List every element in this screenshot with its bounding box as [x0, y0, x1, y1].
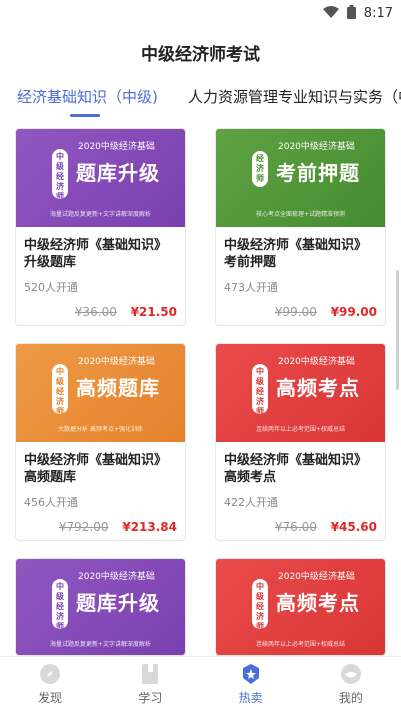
product-cover: 中级经济师 2020中级经济基础 题库升级 海量试题反复更新+文字讲解深度解析 — [16, 129, 185, 227]
cover-subtitle: 2020中级经济基础 — [78, 142, 155, 152]
seal-logo: 经济师 — [252, 151, 268, 187]
cover-footer: 连续两年以上必考范围+权威总结 — [255, 426, 346, 433]
product-card[interactable]: 中级经济师 2020中级经济基础 高频题库 大数据分析 高频考点+强化训练 中级… — [15, 343, 186, 541]
status-bar: 8:17 — [0, 0, 401, 26]
sale-price: ¥45.60 — [330, 520, 377, 534]
sale-price: ¥213.84 — [122, 520, 177, 534]
tab-hr-management[interactable]: 人力资源管理专业知识与实务（中级 — [188, 86, 401, 107]
seal-logo: 中级经济师 — [52, 149, 68, 199]
sale-price: ¥21.50 — [130, 305, 177, 319]
cover-title: 高频题库 — [76, 376, 160, 400]
product-card[interactable]: 中级经济师 2020中级经济基础 题库升级 海量试题反复更新+文字讲解深度解析 … — [15, 128, 186, 326]
cover-title: 高频考点 — [276, 591, 360, 615]
cover-title: 题库升级 — [76, 591, 160, 615]
product-title: 中级经济师《基础知识》高频题库 — [24, 453, 168, 485]
page-title: 中级经济师考试 — [141, 45, 260, 65]
buyer-count: 456人开通 — [24, 496, 78, 509]
seal-logo: 中级经济师 — [52, 364, 68, 414]
status-icons: 8:17 — [322, 4, 393, 23]
price-row: ¥36.00 ¥21.50 — [16, 295, 185, 323]
product-cover: 中级经济师 2020中级经济基础 高频考点 连续两年以上必考范围+权威总结 — [216, 344, 385, 442]
cover-title: 高频考点 — [276, 376, 360, 400]
seal-logo: 中级经济师 — [252, 364, 268, 414]
tab-economic-basics[interactable]: 经济基础知识（中级) — [17, 86, 158, 107]
original-price: ¥36.00 — [74, 305, 117, 319]
cover-title: 考前押题 — [276, 161, 360, 185]
status-time: 8:17 — [363, 6, 393, 21]
nav-study[interactable]: 学习 — [100, 657, 200, 710]
product-title: 中级经济师《基础知识》高频考点 — [224, 453, 368, 485]
nav-label: 发现 — [38, 691, 63, 705]
cover-subtitle: 2020中级经济基础 — [78, 357, 155, 367]
cover-subtitle: 2020中级经济基础 — [278, 572, 355, 582]
product-title: 中级经济师《基础知识》考前押题 — [224, 238, 368, 270]
cover-footer: 核心考点全面梳理+试题精准预测 — [255, 211, 346, 218]
product-cover: 中级经济师 2020中级经济基础 题库升级 海量试题反复更新+文字讲解深度解析 — [16, 559, 185, 655]
cover-footer: 海量试题反复更新+文字讲解深度解析 — [49, 211, 152, 218]
battery-icon — [346, 4, 356, 23]
cover-footer: 海量试题反复更新+文字讲解深度解析 — [49, 641, 152, 648]
product-cover: 中级经济师 2020中级经济基础 高频考点 连续两年以上必考范围+权威总结 — [216, 559, 385, 655]
bottom-nav: 发现 学习 热卖 我的 — [0, 656, 401, 710]
book-icon — [142, 664, 159, 684]
buyer-count: 422人开通 — [224, 496, 278, 509]
original-price: ¥792.00 — [58, 520, 109, 534]
product-cover: 经济师 2020中级经济基础 考前押题 核心考点全面梳理+试题精准预测 — [216, 129, 385, 227]
price-row: ¥99.00 ¥99.00 — [216, 295, 385, 323]
category-tabs: 经济基础知识（中级) 人力资源管理专业知识与实务（中级 — [0, 82, 401, 122]
original-price: ¥76.00 — [274, 520, 317, 534]
sale-price: ¥99.00 — [330, 305, 377, 319]
product-card[interactable]: 经济师 2020中级经济基础 考前押题 核心考点全面梳理+试题精准预测 中级经济… — [215, 128, 386, 326]
product-card[interactable]: 中级经济师 2020中级经济基础 题库升级 海量试题反复更新+文字讲解深度解析 — [15, 558, 186, 656]
price-row: ¥792.00 ¥213.84 — [16, 510, 185, 538]
nav-hot-sale[interactable]: 热卖 — [201, 657, 301, 710]
product-card[interactable]: 中级经济师 2020中级经济基础 高频考点 连续两年以上必考范围+权威总结 — [215, 558, 386, 656]
product-title: 中级经济师《基础知识》升级题库 — [24, 238, 168, 270]
profile-icon — [340, 664, 361, 684]
star-badge-icon — [242, 664, 259, 684]
cover-footer: 连续两年以上必考范围+权威总结 — [255, 641, 346, 648]
nav-label: 学习 — [138, 691, 163, 705]
nav-label: 热卖 — [238, 691, 263, 705]
seal-logo: 中级经济师 — [252, 579, 268, 629]
buyer-count: 520人开通 — [24, 281, 78, 294]
active-tab-indicator — [70, 114, 100, 117]
cover-subtitle: 2020中级经济基础 — [78, 572, 155, 582]
price-row: ¥76.00 ¥45.60 — [216, 510, 385, 538]
cover-footer: 大数据分析 高频考点+强化训练 — [58, 426, 143, 433]
nav-profile[interactable]: 我的 — [301, 657, 401, 710]
seal-logo: 中级经济师 — [52, 579, 68, 629]
original-price: ¥99.00 — [274, 305, 317, 319]
compass-icon — [40, 664, 61, 684]
wifi-icon — [322, 4, 339, 23]
nav-label: 我的 — [338, 691, 363, 705]
scrollbar[interactable] — [396, 270, 399, 390]
cover-subtitle: 2020中级经济基础 — [278, 142, 355, 152]
buyer-count: 473人开通 — [224, 281, 278, 294]
product-cover: 中级经济师 2020中级经济基础 高频题库 大数据分析 高频考点+强化训练 — [16, 344, 185, 442]
cover-title: 题库升级 — [76, 161, 160, 185]
nav-discover[interactable]: 发现 — [0, 657, 100, 710]
cover-subtitle: 2020中级经济基础 — [278, 357, 355, 367]
product-card[interactable]: 中级经济师 2020中级经济基础 高频考点 连续两年以上必考范围+权威总结 中级… — [215, 343, 386, 541]
